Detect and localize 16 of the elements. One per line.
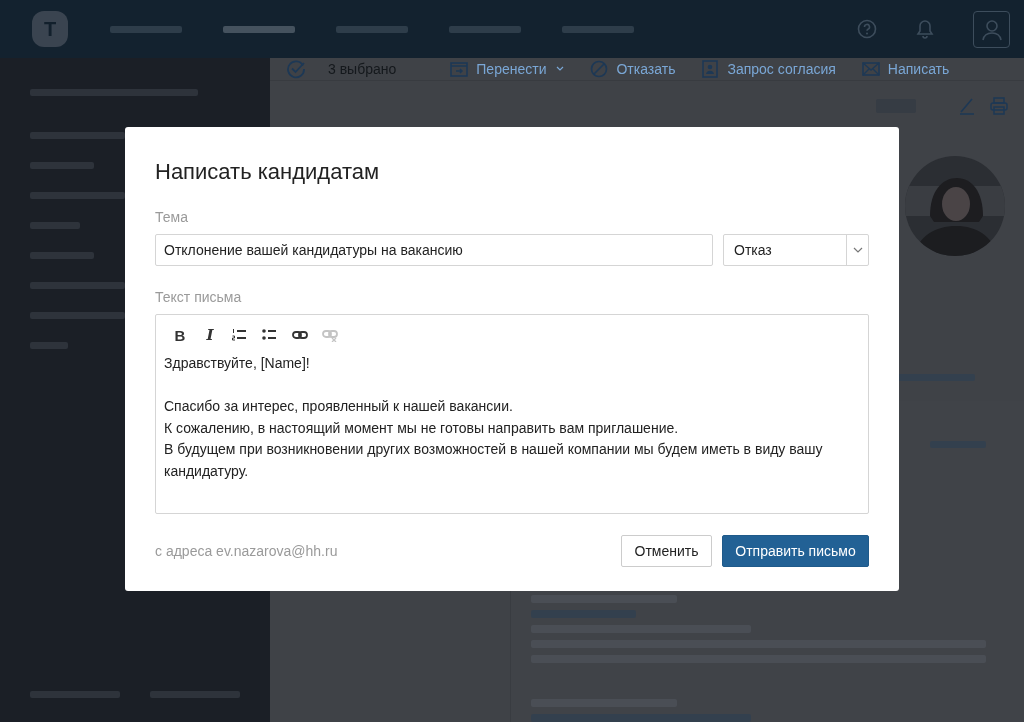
template-dropdown[interactable]: Отказ bbox=[723, 234, 869, 266]
message-paragraph: Спасибо за интерес, проявленный к нашей вакансии. К сожалению, в настоящий момент мы не готовы направить вам приглашение. В будущем при возникновении других возможностей в нашей компании мы будем иметь в виду вашу кандидатуру. bbox=[164, 397, 824, 481]
message-paragraph: Здравствуйте, [Name]! bbox=[164, 354, 311, 373]
field-label: Тема bbox=[155, 209, 189, 225]
send-button[interactable]: Отправить письмо bbox=[722, 535, 869, 567]
action-link[interactable]: Запрос согласия bbox=[701, 60, 836, 78]
action-link[interactable]: Отказать bbox=[590, 60, 676, 78]
subject-field[interactable]: Отклонение вашей кандидатуры на вакансию bbox=[155, 234, 713, 266]
italic-button[interactable]: I bbox=[202, 326, 218, 344]
sender-address: с адреса ev.nazarova@hh.ru bbox=[155, 543, 338, 559]
cancel-button[interactable]: Отменить bbox=[621, 535, 712, 567]
bold-button[interactable]: B bbox=[172, 326, 188, 344]
field-label: Текст письма bbox=[155, 289, 243, 305]
action-link[interactable]: Написать bbox=[861, 60, 950, 78]
action-link[interactable]: Перенести bbox=[450, 60, 565, 78]
dialog-title: Написать кандидатам bbox=[155, 158, 381, 186]
